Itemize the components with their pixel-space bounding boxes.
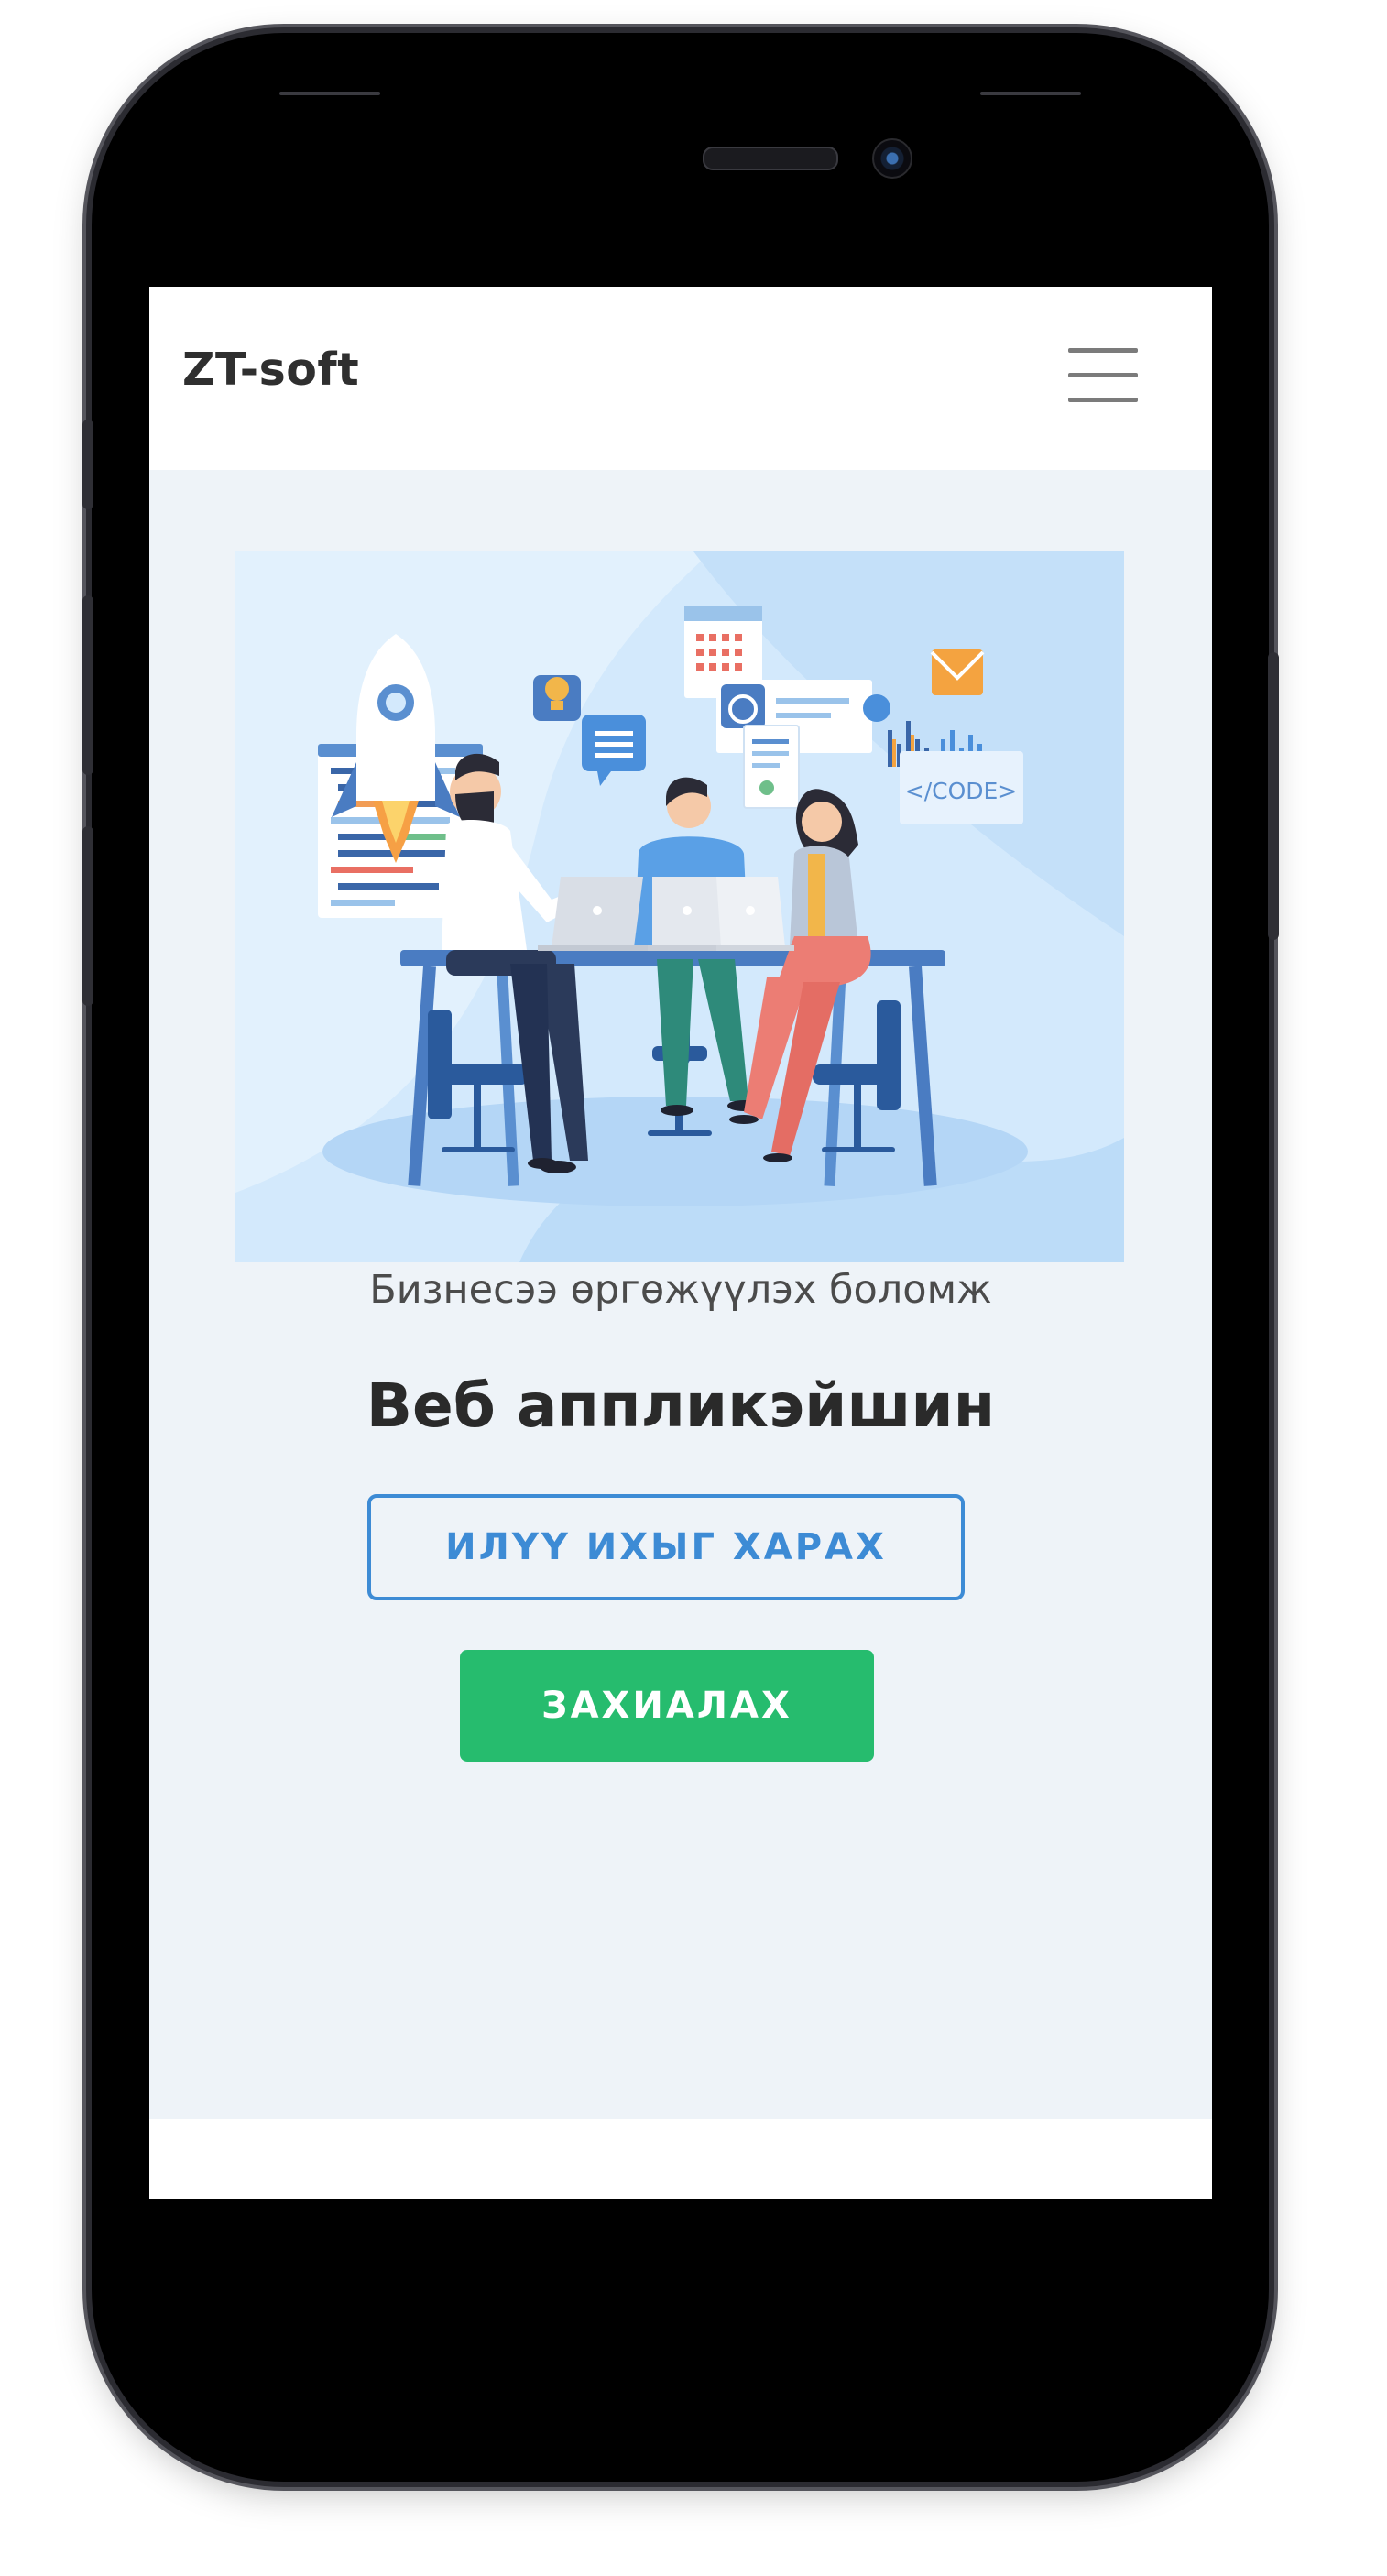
frame-highlight <box>279 92 380 95</box>
laptops <box>538 877 794 951</box>
front-camera <box>872 138 912 179</box>
phone-screen: ZT-soft </CODE> Бизнесээ өргөжүүлэх боло… <box>149 287 1212 2199</box>
mute-switch <box>82 420 93 509</box>
order-button[interactable]: ЗАХИАЛАХ <box>460 1650 874 1762</box>
hero-subtitle: Бизнесээ өргөжүүлэх боломж <box>369 1267 992 1313</box>
volume-down-button <box>82 826 93 1006</box>
speaker-grille <box>703 147 838 170</box>
hero-section: </CODE> Бизнесээ өргөжүүлэх боломж Веб а… <box>149 470 1212 2119</box>
power-button <box>1268 652 1279 940</box>
hero-title: Веб аппликэйшин <box>366 1370 996 1441</box>
brand-logo[interactable]: ZT-soft <box>182 344 359 396</box>
hamburger-menu-icon[interactable] <box>1068 348 1138 403</box>
frame-highlight <box>980 92 1081 95</box>
team-illustration: </CODE> <box>235 551 1124 1262</box>
navbar: ZT-soft <box>149 287 1212 470</box>
see-more-button[interactable]: ИЛҮҮ ИХЫГ ХАРАХ <box>367 1494 965 1600</box>
code-tag-label: </CODE> <box>905 778 1018 804</box>
volume-up-button <box>82 595 93 775</box>
